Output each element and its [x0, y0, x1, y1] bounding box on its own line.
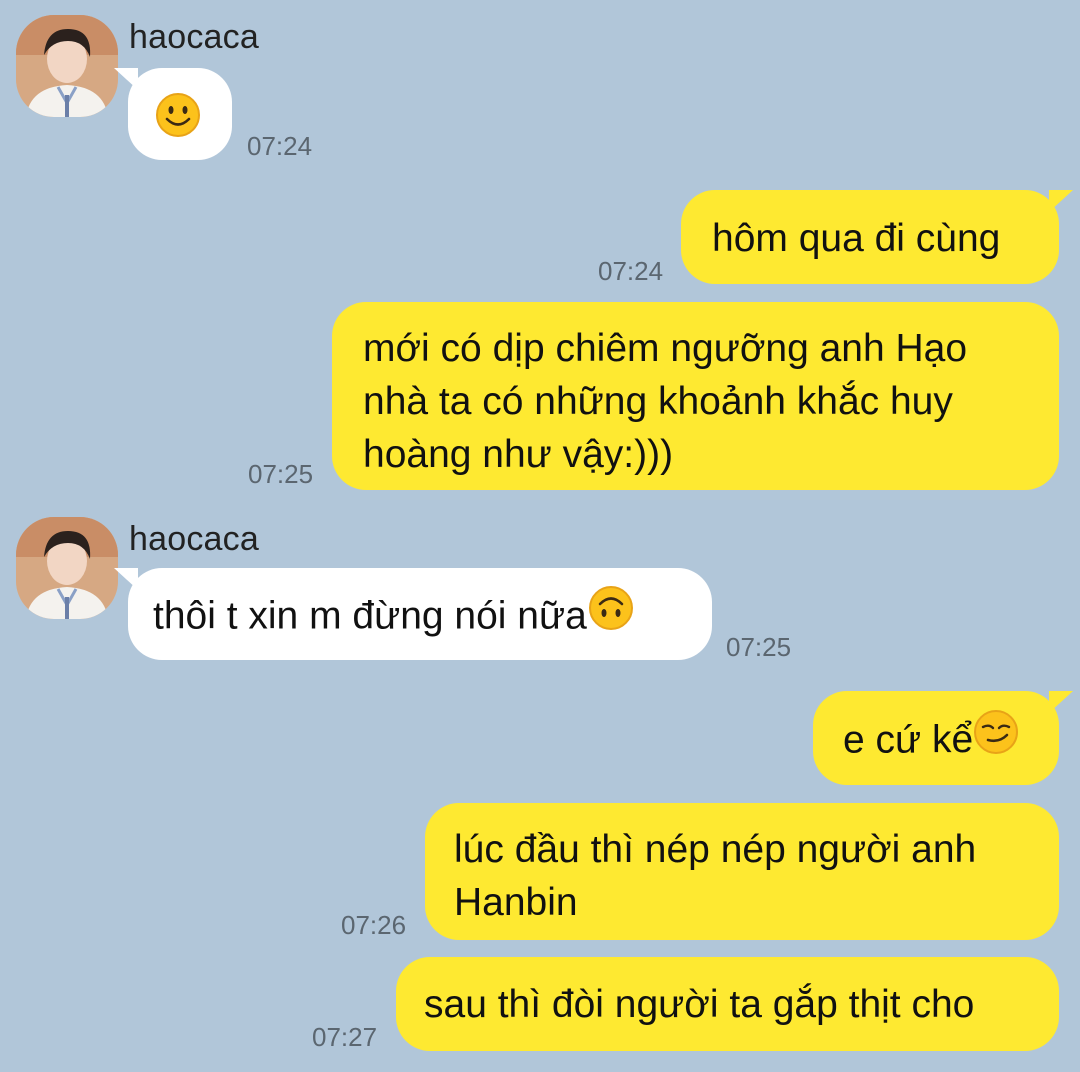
smirk-emoji-icon: [973, 709, 1019, 769]
message-text-line: hoàng như vậy:))): [363, 433, 674, 476]
message-text-line: nhà ta có những khoảnh khắc huy: [363, 380, 953, 423]
sender-avatar[interactable]: [16, 517, 118, 619]
avatar-image: [16, 15, 118, 117]
message-timestamp: 07:24: [598, 256, 664, 286]
outgoing-message-bubble[interactable]: hôm qua đi cùng: [681, 190, 1073, 284]
message-text: sau thì đòi người ta gắp thịt cho: [424, 983, 975, 1026]
message-timestamp: 07:25: [726, 632, 792, 662]
message-text-line: Hanbin: [454, 881, 578, 924]
outgoing-message-bubble[interactable]: mới có dịp chiêm ngưỡng anh Hạo nhà ta c…: [332, 302, 1059, 490]
message-timestamp: 07:24: [247, 131, 313, 161]
outgoing-message-bubble[interactable]: sau thì đòi người ta gắp thịt cho: [396, 957, 1059, 1051]
outgoing-message-bubble[interactable]: e cứ kể: [813, 691, 1073, 785]
incoming-message-bubble[interactable]: thôi t xin m đừng nói nữa: [114, 568, 712, 660]
avatar-image: [16, 517, 118, 619]
message-text-line: mới có dịp chiêm ngưỡng anh Hạo: [363, 327, 968, 370]
message-timestamp: 07:26: [341, 910, 407, 940]
message-text-line: lúc đầu thì nép nép người anh: [454, 828, 977, 871]
message-timestamp: 07:27: [312, 1022, 378, 1052]
smile-emoji-icon: [155, 92, 201, 152]
message-text: hôm qua đi cùng: [712, 217, 1001, 260]
outgoing-message-bubble[interactable]: lúc đầu thì nép nép người anh Hanbin: [425, 803, 1059, 940]
upside-down-face-emoji-icon: [588, 585, 634, 645]
incoming-message-bubble[interactable]: [114, 68, 232, 160]
sender-name: haocaca: [129, 520, 259, 558]
sender-name: haocaca: [129, 18, 259, 56]
message-text: thôi t xin m đừng nói nữa: [153, 594, 587, 638]
sender-avatar[interactable]: [16, 15, 118, 117]
message-timestamp: 07:25: [248, 459, 314, 489]
message-text: e cứ kể: [843, 718, 974, 762]
